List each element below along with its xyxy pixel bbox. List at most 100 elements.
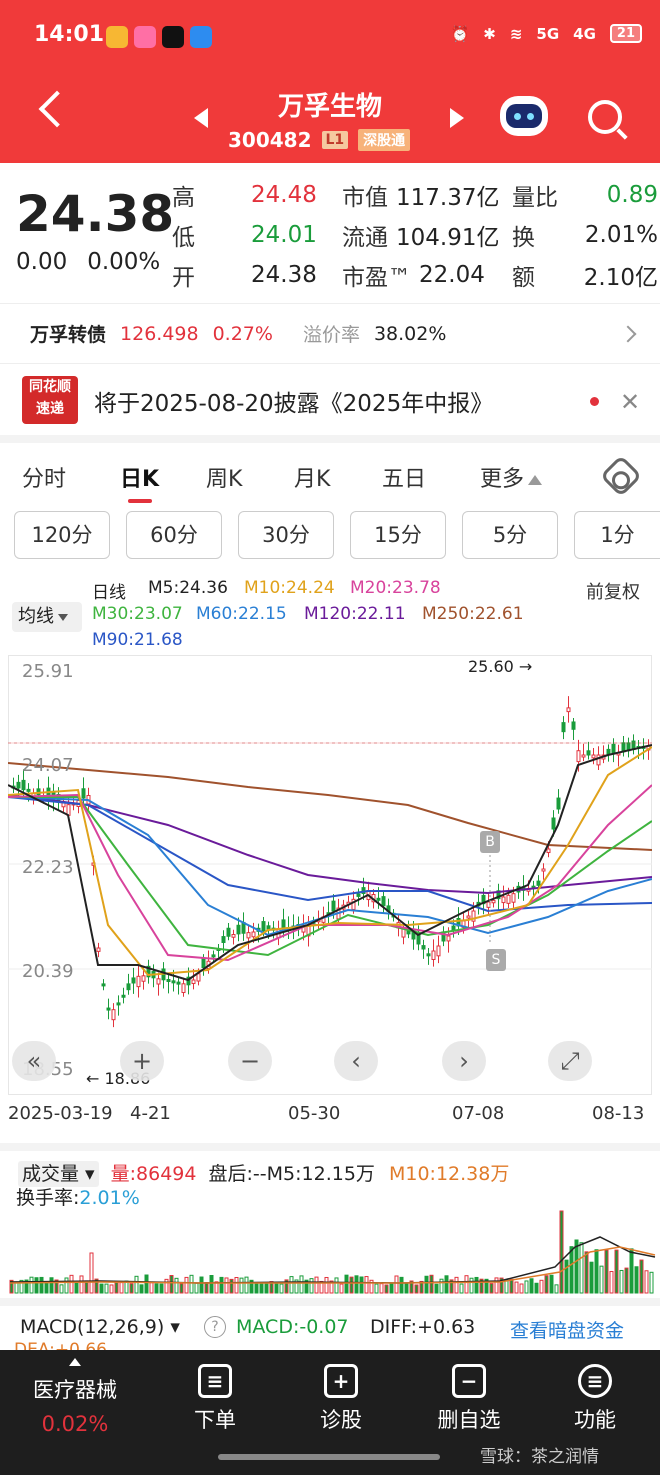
volume-bar xyxy=(509,1278,514,1294)
nav-remove-watchlist[interactable]: − 删自选 xyxy=(414,1364,524,1434)
app-icon xyxy=(134,26,156,48)
scroll-right-button[interactable]: › xyxy=(442,1041,486,1081)
order-icon: ≡ xyxy=(198,1364,232,1398)
volume-bar xyxy=(149,1282,154,1294)
candle-body xyxy=(246,932,251,939)
news-banner[interactable]: 同花顺 速递 将于2025-08-20披露《2025年中报》 ✕ xyxy=(0,363,660,435)
nav-diagnose[interactable]: + 诊股 xyxy=(286,1364,396,1434)
help-icon[interactable]: ? xyxy=(204,1316,226,1338)
volume-bar xyxy=(529,1278,534,1294)
tab-more[interactable]: 更多 xyxy=(480,461,543,493)
volume-bar xyxy=(599,1265,604,1294)
settings-icon[interactable] xyxy=(599,454,643,498)
volume-bar xyxy=(14,1281,19,1294)
adjust-mode[interactable]: 前复权 xyxy=(586,578,640,604)
kline-chart[interactable]: 25.91 24.07 22.23 20.39 18.55 25.60 → ← … xyxy=(8,655,652,1095)
candle-body xyxy=(126,983,131,991)
volume-bar xyxy=(259,1282,264,1294)
volume-bar xyxy=(534,1282,539,1294)
diagnose-icon: + xyxy=(324,1364,358,1398)
buy-tag[interactable]: B xyxy=(480,831,500,853)
sell-tag[interactable]: S xyxy=(486,949,506,971)
period-1min[interactable]: 1分 xyxy=(574,511,660,559)
volume-bar xyxy=(184,1276,189,1294)
volume-bar xyxy=(134,1275,139,1294)
period-15min[interactable]: 15分 xyxy=(350,511,446,559)
turnover-rate: 换手率:2.01% xyxy=(16,1187,140,1209)
home-indicator[interactable] xyxy=(218,1454,440,1460)
robot-assistant-icon[interactable] xyxy=(500,96,548,136)
period-120min[interactable]: 120分 xyxy=(14,511,110,559)
volume-bar xyxy=(444,1275,449,1294)
zoom-in-button[interactable]: + xyxy=(120,1041,164,1081)
period-60min[interactable]: 60分 xyxy=(126,511,222,559)
volume-bar xyxy=(229,1278,234,1294)
search-icon[interactable] xyxy=(588,100,622,134)
sector-info[interactable]: 医疗器械 0.02% xyxy=(20,1358,130,1436)
watermark: 雪球：茶之润情 xyxy=(480,1447,599,1467)
volume-bar xyxy=(394,1275,399,1294)
candle-body xyxy=(211,954,216,958)
candle-body xyxy=(571,721,576,730)
candle-body xyxy=(196,973,201,982)
volume-bar xyxy=(434,1283,439,1294)
scroll-left-button[interactable]: ‹ xyxy=(334,1041,378,1081)
candle-body xyxy=(436,945,441,957)
volume-bar xyxy=(34,1277,39,1294)
volume-bar xyxy=(209,1275,214,1294)
tab-five-day[interactable]: 五日 xyxy=(382,461,426,493)
fullscreen-button[interactable]: ⤢ xyxy=(548,1041,592,1081)
candle-body xyxy=(381,896,386,907)
news-text: 将于2025-08-20披露《2025年中报》 xyxy=(94,391,494,417)
volume-bar xyxy=(504,1279,509,1294)
bond-pct: 0.27% xyxy=(212,322,273,345)
y-label: 24.07 xyxy=(22,755,74,776)
volume-bar xyxy=(164,1278,169,1294)
period-5min[interactable]: 5分 xyxy=(462,511,558,559)
volume-bar xyxy=(594,1249,599,1294)
convertible-bond-row[interactable]: 万孚转债 126.498 0.27% 溢价率 38.02% xyxy=(0,303,660,363)
nav-functions[interactable]: ≡ 功能 xyxy=(540,1364,650,1434)
zoom-out-button[interactable]: − xyxy=(228,1041,272,1081)
volume-m10: M10:12.38万 xyxy=(388,1163,510,1185)
volume-bar xyxy=(519,1283,524,1294)
candles xyxy=(11,696,651,1028)
candle-body xyxy=(201,957,206,968)
candle-body xyxy=(506,894,511,904)
volume-bar xyxy=(79,1275,84,1294)
volume-bar xyxy=(109,1284,114,1294)
dark-pool-link[interactable]: 查看暗盘资金 xyxy=(510,1316,624,1343)
close-icon[interactable]: ✕ xyxy=(620,388,640,416)
tab-monthly-k[interactable]: 月K xyxy=(294,461,330,493)
period-30min[interactable]: 30分 xyxy=(238,511,334,559)
macd-selector[interactable]: MACD(12,26,9) ▾ xyxy=(20,1316,180,1338)
volume-bar xyxy=(334,1277,339,1294)
candle-body xyxy=(511,893,516,903)
date-label: 08-13 xyxy=(592,1103,645,1124)
tab-daily-k[interactable]: 日K xyxy=(120,461,159,493)
candle-body xyxy=(331,900,336,912)
pe-value: 22.04 xyxy=(419,262,485,288)
volume-bar xyxy=(179,1283,184,1294)
stock-code: 300482 xyxy=(228,128,312,152)
rewind-button[interactable]: « xyxy=(12,1041,56,1081)
nav-order[interactable]: ≡ 下单 xyxy=(160,1364,270,1434)
volume-bar xyxy=(574,1239,579,1294)
connect-tag: 深股通 xyxy=(358,129,411,151)
candle-body xyxy=(446,935,451,942)
tab-intraday[interactable]: 分时 xyxy=(22,461,66,493)
mktcap-value: 117.37亿 xyxy=(396,185,500,211)
ma10-line xyxy=(8,746,652,977)
candle-body xyxy=(156,978,161,985)
current-price: 24.38 xyxy=(16,185,175,243)
tab-weekly-k[interactable]: 周K xyxy=(206,461,242,493)
ma5: M5:24.36 xyxy=(148,578,228,598)
date-label: 07-08 xyxy=(452,1103,505,1124)
ma-selector[interactable]: 均线 xyxy=(12,602,82,632)
pe-row: 市盈™ 22.04 xyxy=(342,262,485,291)
amount-value: 2.10亿 xyxy=(583,265,658,291)
next-stock-button[interactable] xyxy=(450,108,464,128)
volume-bar xyxy=(324,1276,329,1294)
news-logo: 同花顺 速递 xyxy=(22,376,78,424)
candle-body xyxy=(166,979,171,983)
